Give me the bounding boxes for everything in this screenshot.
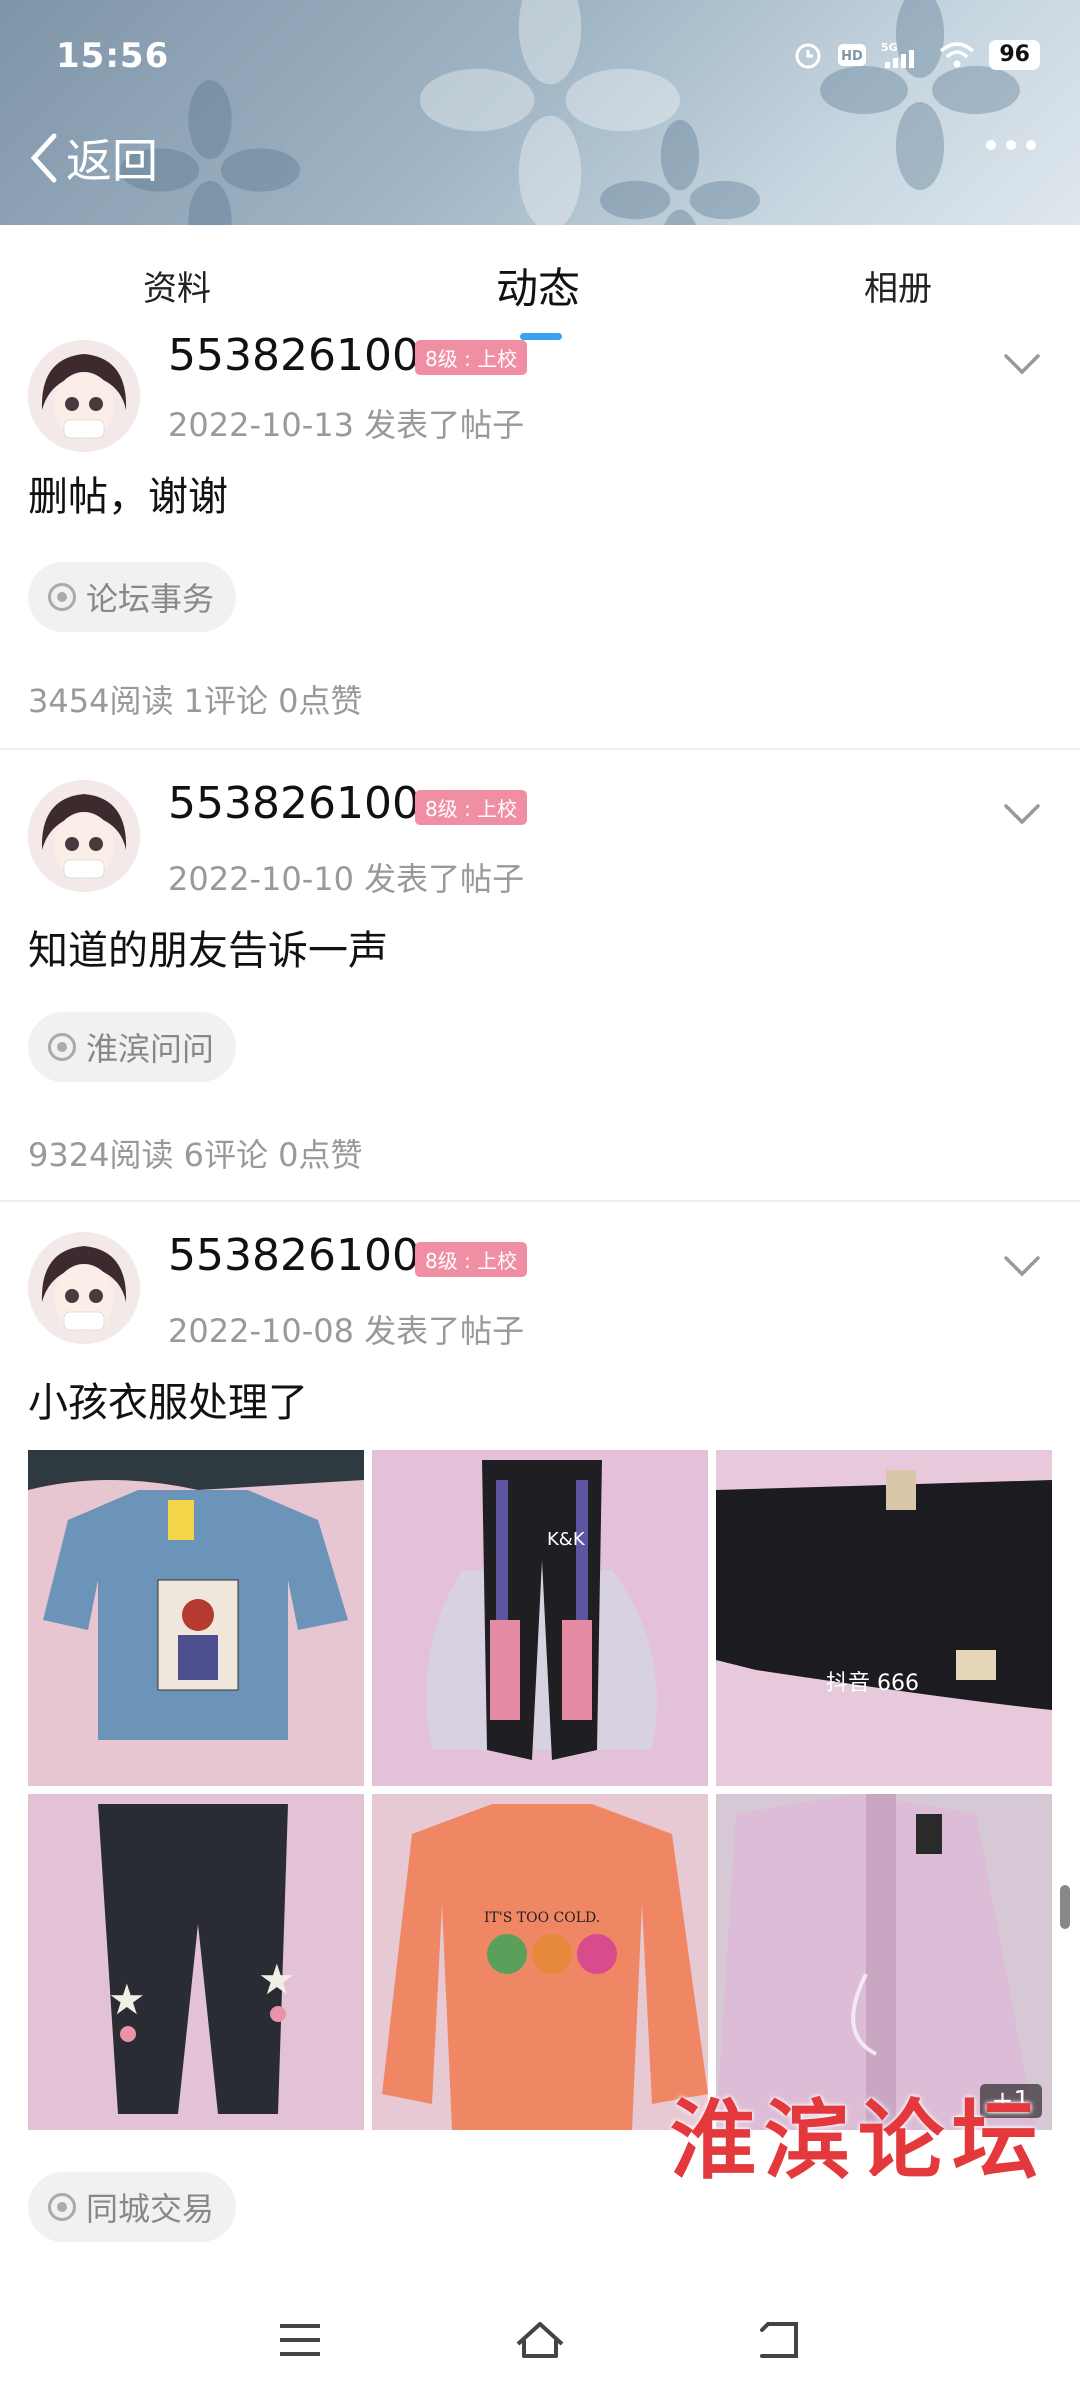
- tab-activity[interactable]: 动态: [496, 255, 580, 316]
- topic-tag-label: 同城交易: [86, 2190, 215, 2228]
- divider: [0, 1200, 1080, 1202]
- feed-post[interactable]: 553826100 8级 : 上校 2022-10-13 发表了帖子 删帖，谢谢…: [0, 330, 1080, 748]
- photo-blue-sweater[interactable]: [28, 1450, 364, 1786]
- post-stats: 9324阅读 6评论 0点赞: [28, 1136, 363, 1174]
- post-meta: 2022-10-10 发表了帖子: [168, 860, 525, 898]
- topic-icon: [48, 583, 76, 611]
- back-label: 返回: [66, 134, 158, 188]
- avatar[interactable]: [28, 780, 140, 892]
- avatar[interactable]: [28, 340, 140, 452]
- menu-icon[interactable]: [270, 2310, 330, 2370]
- svg-text:HD: HD: [842, 49, 864, 64]
- photo-print-tshirt: IT'S TOO COLD.: [484, 1910, 600, 1926]
- post-username[interactable]: 553826100: [168, 330, 420, 381]
- chevron-left-icon: [30, 133, 57, 183]
- topic-icon: [48, 1033, 76, 1061]
- level-badge: 8级 : 上校: [415, 1242, 528, 1277]
- post-username[interactable]: 553826100: [168, 778, 420, 829]
- profile-header: 15:56 HD 5G 96 返回: [0, 0, 1080, 225]
- svg-text:★: ★: [108, 1975, 146, 2024]
- post-username[interactable]: 553826100: [168, 1230, 420, 1281]
- topic-tag-label: 论坛事务: [86, 580, 215, 618]
- post-stats: 3454阅读 1评论 0点赞: [28, 682, 363, 720]
- chevron-down-icon[interactable]: [1002, 1254, 1042, 1278]
- photo-print-douyin: 抖音 666: [826, 1671, 919, 1696]
- header-decoration: [820, 0, 1020, 190]
- avatar[interactable]: [28, 1232, 140, 1344]
- topic-tag[interactable]: 同城交易: [28, 2172, 237, 2242]
- feed-post[interactable]: 553826100 8级 : 上校 2022-10-10 发表了帖子 知道的朋友…: [0, 778, 1080, 1200]
- photo-print-kk: K&K: [547, 1529, 586, 1550]
- post-meta: 2022-10-08 发表了帖子: [168, 1312, 525, 1350]
- photo-black-pants-kk[interactable]: K&K: [372, 1450, 708, 1786]
- topic-tag-label: 淮滨问问: [86, 1030, 215, 1068]
- topic-icon: [48, 2193, 76, 2221]
- svg-text:5G: 5G: [881, 41, 898, 54]
- status-icons: HD 5G 96: [793, 40, 1040, 70]
- level-badge: 8级 : 上校: [415, 790, 528, 825]
- battery-indicator: 96: [989, 40, 1040, 70]
- post-text[interactable]: 知道的朋友告诉一声: [28, 918, 388, 976]
- topic-tag[interactable]: 论坛事务: [28, 562, 237, 632]
- post-meta: 2022-10-13 发表了帖子: [168, 406, 525, 444]
- chevron-down-icon[interactable]: [1002, 352, 1042, 376]
- profile-tabs: 资料 动态 相册: [0, 225, 1080, 340]
- more-dot: [986, 140, 996, 150]
- alarm-icon: [795, 43, 821, 69]
- photo-grid: K&K 抖音 666 ★ ★ IT'S TOO COLD. +1: [28, 1450, 1052, 2130]
- status-time: 15:56: [56, 36, 170, 76]
- photo-orange-sweatshirt[interactable]: IT'S TOO COLD.: [372, 1794, 708, 2130]
- more-options-button[interactable]: [986, 140, 1036, 150]
- post-text[interactable]: 删帖，谢谢: [28, 464, 228, 522]
- topic-tag[interactable]: 淮滨问问: [28, 1012, 237, 1082]
- forum-watermark: 淮滨论坛: [670, 2090, 1046, 2191]
- tab-album[interactable]: 相册: [864, 261, 932, 310]
- tab-profile[interactable]: 资料: [143, 261, 211, 310]
- home-icon[interactable]: [510, 2310, 570, 2370]
- chevron-down-icon[interactable]: [1002, 802, 1042, 826]
- back-icon[interactable]: [750, 2310, 810, 2370]
- divider: [0, 748, 1080, 750]
- system-navbar: [0, 2270, 1080, 2400]
- level-badge: 8级 : 上校: [415, 340, 528, 375]
- hd-icon: HD: [838, 44, 867, 66]
- more-dot: [1026, 140, 1036, 150]
- signal-5g-icon: 5G: [881, 41, 915, 68]
- more-dot: [1006, 140, 1016, 150]
- post-text[interactable]: 小孩衣服处理了: [28, 1370, 308, 1428]
- tab-active-indicator: [520, 333, 562, 340]
- header-decoration: [600, 120, 760, 225]
- back-button[interactable]: 返回: [26, 125, 158, 191]
- scrollbar[interactable]: [1060, 1885, 1070, 1929]
- svg-text:★: ★: [258, 1955, 296, 2004]
- photo-black-jeans-stars[interactable]: ★ ★: [28, 1794, 364, 2130]
- photo-black-pants-douyin[interactable]: 抖音 666: [716, 1450, 1052, 1786]
- wifi-icon: [940, 42, 975, 68]
